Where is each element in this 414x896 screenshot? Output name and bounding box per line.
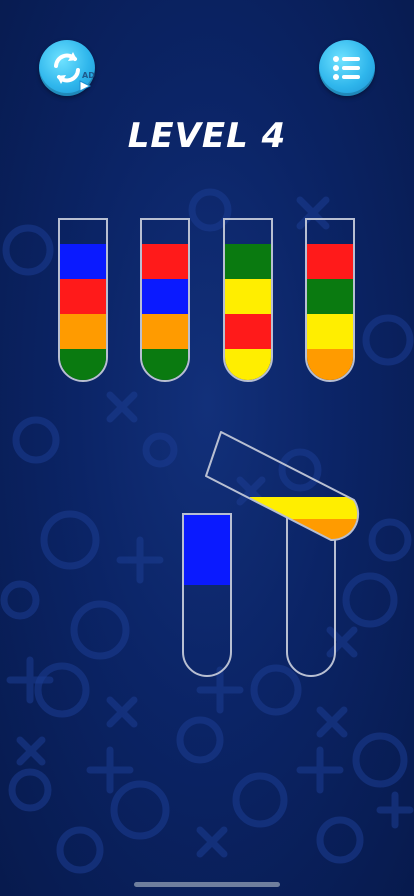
tube-3[interactable] [223,218,273,382]
liquid-layer-blue [142,279,188,314]
liquid-layer-yellow [225,279,271,314]
liquid-layer-green [307,279,353,314]
liquid-layer-green [142,349,188,380]
liquid-layer-red [225,314,271,349]
liquid-layer-red [142,244,188,279]
liquid-layer-orange [307,349,353,380]
liquid-layer-green [60,349,106,380]
tube-1[interactable] [58,218,108,382]
restart-button[interactable] [39,40,95,96]
liquid-layer-orange [142,314,188,349]
tube-2[interactable] [140,218,190,382]
home-indicator [134,882,280,887]
tube-7-pouring[interactable] [200,428,375,543]
liquid-layer-red [60,279,106,314]
restart-ad-icon [54,52,92,92]
ad-badge: AD [82,71,95,80]
menu-button[interactable] [319,40,375,96]
level-title: LEVEL 4 [127,116,287,156]
liquid-layer-yellow [225,349,271,380]
liquid-layer-yellow [307,314,353,349]
liquid-layer-green [225,244,271,279]
liquid-layer-red [307,244,353,279]
list-menu-icon [333,56,360,80]
tube-4[interactable] [305,218,355,382]
liquid-layer-blue [60,244,106,279]
liquid-layer-orange [60,314,106,349]
